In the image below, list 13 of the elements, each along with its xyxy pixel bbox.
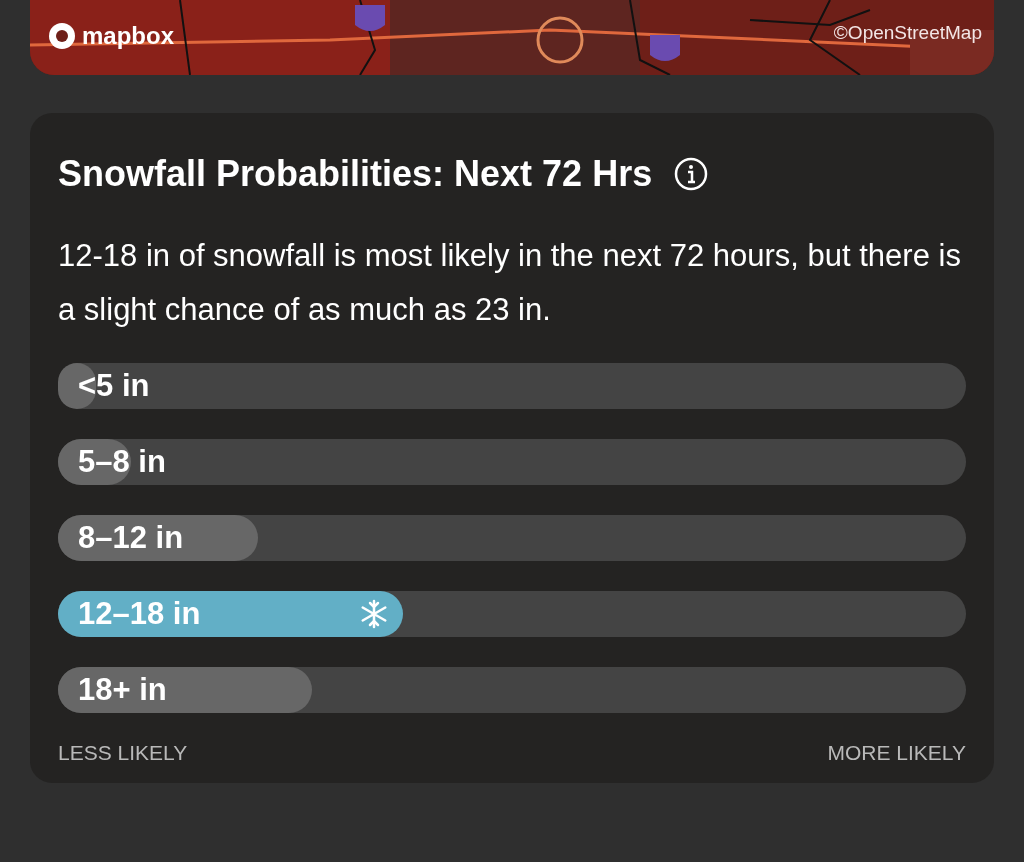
- scale-label: LESS LIKELY: [58, 741, 188, 765]
- logo-icon: [48, 22, 76, 50]
- scale-label: MORE LIKELY: [827, 741, 966, 765]
- range-label: 12–18 in: [78, 595, 201, 633]
- logo-text: mapbox: [82, 24, 174, 48]
- range-label: 5–8 in: [78, 443, 166, 481]
- info-icon[interactable]: [674, 157, 709, 191]
- range-label: 18+ in: [78, 671, 167, 709]
- range-label: <5 in: [78, 367, 150, 405]
- card-title: Snowfall Probabilities: Next 72 Hrs: [58, 153, 653, 195]
- attribution-link[interactable]: ©OpenStreetMap: [833, 22, 982, 44]
- range-label: 8–12 in: [78, 519, 184, 557]
- summary-text: 12-18 in of snowfall is most likely in the next 72 hours, but there is a slight chance of as much as 23 in.: [58, 237, 962, 329]
